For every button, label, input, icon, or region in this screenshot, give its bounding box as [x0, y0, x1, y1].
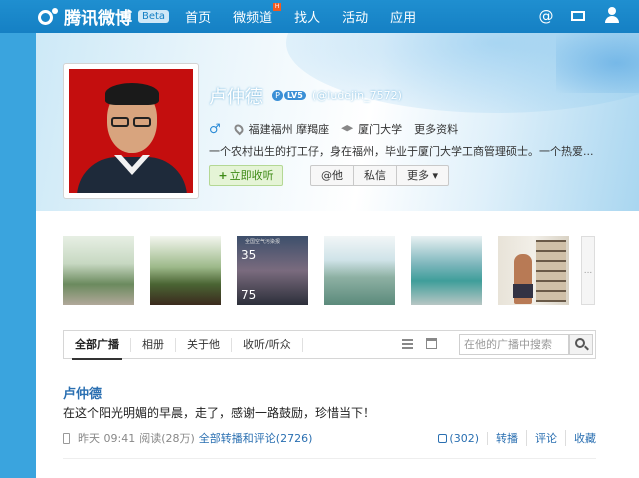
list-view-icon[interactable] [402, 339, 413, 349]
post-time[interactable]: 昨天 09:41 [78, 430, 135, 446]
photo-value-top: 35 [241, 248, 257, 262]
left-gutter [0, 33, 36, 478]
profile-school[interactable]: 厦门大学 [358, 121, 402, 137]
education-cap-icon [341, 125, 354, 132]
post-author[interactable]: 卢仲德 [63, 383, 102, 402]
photo-thumbnail[interactable] [63, 236, 134, 305]
avatar-photo [69, 69, 193, 193]
plus-icon: + [218, 169, 228, 182]
nav-item-find-people[interactable]: 找人 [294, 7, 320, 26]
nav-item-home[interactable]: 首页 [185, 7, 211, 26]
search-button[interactable] [569, 334, 593, 355]
nav-item-events[interactable]: 活动 [342, 7, 368, 26]
search-input[interactable]: 在他的广播中搜索 [459, 334, 569, 355]
calendar-icon[interactable] [426, 338, 437, 349]
tab-album[interactable]: 相册 [131, 337, 176, 352]
message-button[interactable]: 私信 [354, 166, 397, 185]
more-info-link[interactable]: 更多资料 [414, 121, 458, 137]
photo-thumbnail[interactable] [324, 236, 395, 305]
hot-badge: H [273, 3, 282, 11]
photo-thumbnail[interactable] [498, 236, 569, 305]
follow-button[interactable]: + 立即收听 [209, 165, 283, 186]
repost-button[interactable]: 转播 [488, 430, 527, 446]
post-footer: 昨天 09:41 阅读(28万) 全部转播和评论(2726) (302) 转播 … [63, 430, 596, 446]
tab-about[interactable]: 关于他 [176, 337, 232, 352]
nav-item-apps[interactable]: 应用 [390, 7, 416, 26]
top-icons: @ [521, 7, 623, 25]
profile-location[interactable]: 福建福州 摩羯座 [249, 121, 330, 137]
photo-thumbnail[interactable]: 全国空气污染报 35 75 [237, 236, 308, 305]
location-pin-icon [232, 122, 246, 136]
logo-text: 腾讯微博 [64, 9, 132, 29]
level-badge: P LV5 [272, 90, 306, 101]
profile-tabs: 全部广播 相册 关于他 收听/听众 在他的广播中搜索 [63, 330, 596, 360]
photo-caption: 全国空气污染报 [245, 239, 281, 245]
user-icon[interactable] [605, 7, 623, 25]
post-reads: 阅读(28万) [139, 432, 195, 445]
profile-handle: (@ludejin_7572) [312, 89, 402, 102]
mention-button[interactable]: @他 [311, 166, 354, 185]
more-dropdown[interactable]: 更多 ▾ [397, 166, 448, 185]
like-count: (302) [449, 431, 479, 445]
avatar[interactable] [63, 63, 199, 199]
post-divider [63, 458, 596, 459]
like-button[interactable]: (302) [430, 431, 488, 445]
follow-button-label: 立即收听 [229, 169, 274, 182]
profile-name: 卢仲德 [209, 87, 263, 108]
post-text: 在这个阳光明媚的早晨，走了，感谢一路鼓励，珍惜当下！ [63, 406, 376, 420]
profile-actions: @他 私信 更多 ▾ [310, 165, 450, 186]
main-nav: 首页 微频道 H 找人 活动 应用 [185, 3, 438, 26]
profile-bio: 一个农村出生的打工仔，身在福州，毕业于厦门大学工商管理硕士。一个热爱... [209, 145, 594, 158]
more-photos-button[interactable]: ... [581, 236, 595, 305]
nav-item-channel[interactable]: 微频道 H [233, 3, 282, 26]
mentions-icon[interactable]: @ [537, 7, 555, 25]
nav-item-channel-label: 微频道 [233, 11, 273, 26]
mobile-icon [63, 432, 70, 444]
photo-thumbnail[interactable] [411, 236, 482, 305]
thumbs-up-icon [438, 433, 448, 443]
photo-strip: 全国空气污染报 35 75 [63, 236, 585, 305]
tab-all-broadcasts[interactable]: 全部广播 [64, 337, 131, 360]
comment-button[interactable]: 评论 [527, 430, 566, 446]
post-actions: (302) 转播 评论 收藏 [430, 430, 596, 446]
mail-icon[interactable] [571, 7, 589, 25]
verified-icon: P [272, 90, 283, 101]
favorite-button[interactable]: 收藏 [566, 430, 596, 446]
tab-following-followers[interactable]: 收听/听众 [232, 337, 303, 352]
logo[interactable]: 腾讯微博 Beta [38, 4, 170, 29]
top-nav-bar: 腾讯微博 Beta 首页 微频道 H 找人 活动 应用 @ [0, 0, 639, 33]
logo-icon [38, 7, 60, 26]
profile-meta: ♂ 福建福州 摩羯座 厦门大学 更多资料 [209, 121, 458, 137]
level-text: LV5 [284, 91, 306, 100]
gender-male-icon: ♂ [209, 121, 221, 137]
beta-badge: Beta [138, 10, 170, 23]
photo-value-bottom: 75 [241, 288, 257, 302]
all-reposts-comments-link[interactable]: 全部转播和评论(2726) [199, 430, 313, 446]
photo-thumbnail[interactable] [150, 236, 221, 305]
